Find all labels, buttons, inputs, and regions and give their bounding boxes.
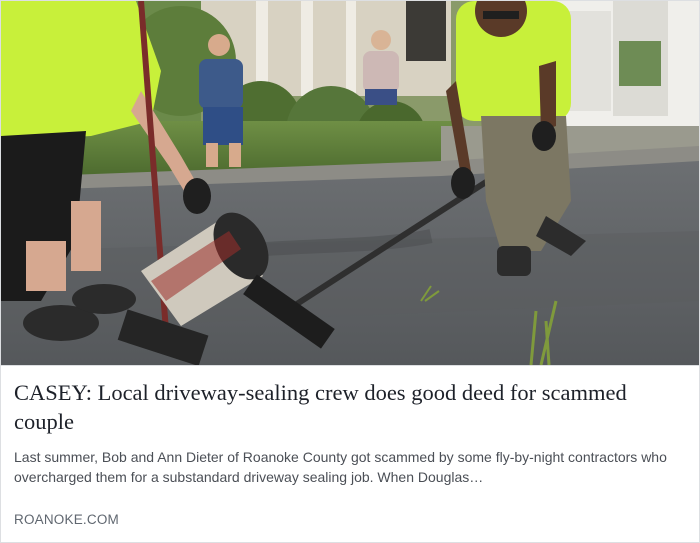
link-preview-card[interactable]: CASEY: Local driveway-sealing crew does … bbox=[0, 0, 700, 543]
article-photo[interactable] bbox=[1, 1, 699, 365]
article-headline[interactable]: CASEY: Local driveway-sealing crew does … bbox=[14, 378, 686, 436]
article-description: Last summer, Bob and Ann Dieter of Roano… bbox=[14, 449, 667, 485]
link-preview-caption[interactable]: CASEY: Local driveway-sealing crew does … bbox=[1, 365, 699, 542]
article-source-domain: ROANOKE.COM bbox=[14, 512, 119, 527]
article-photo-illustration bbox=[1, 1, 699, 365]
